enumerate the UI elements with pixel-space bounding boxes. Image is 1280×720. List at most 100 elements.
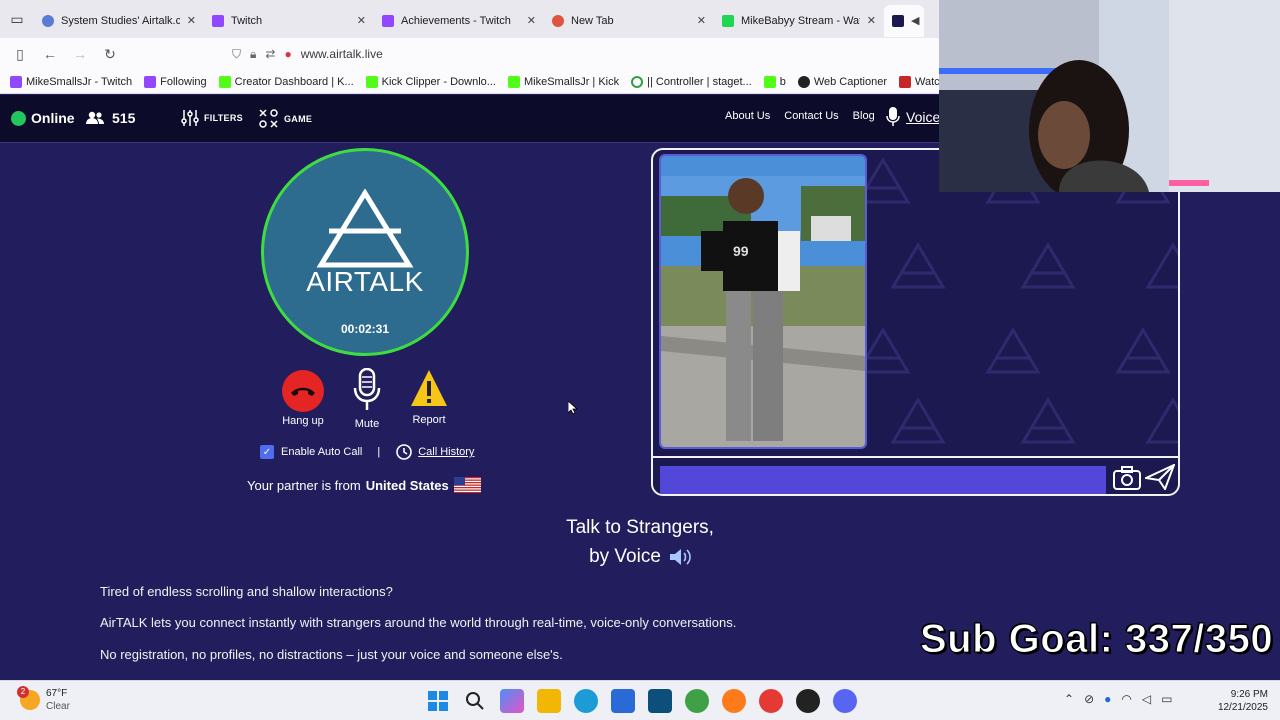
partner-photo: 99 (659, 154, 867, 449)
search-icon[interactable] (463, 689, 487, 713)
hangup-icon (282, 370, 324, 412)
filters-button[interactable]: FILTERS (181, 109, 243, 127)
back-icon[interactable]: ← (35, 46, 65, 62)
bookmark-item[interactable]: Web Captioner (797, 75, 887, 88)
warning-icon (411, 370, 447, 406)
browser-tab[interactable]: Achievements - Twitch ✕ (374, 5, 544, 37)
taskbar-apps (426, 689, 857, 713)
address-bar[interactable]: ⛉ 🔒︎ ⇄ ● www.airtalk.live (222, 42, 940, 66)
sidebar-icon[interactable]: ▯ (5, 46, 35, 63)
logo-text: AIRTALK (306, 266, 424, 297)
tab-list-icon[interactable]: ▭ (0, 0, 34, 38)
nav-contact-us[interactable]: Contact Us (784, 110, 838, 122)
auto-call-row: ✓ Enable Auto Call | Call History (260, 443, 474, 461)
system-clock[interactable]: 9:26 PM 12/21/2025 (1210, 688, 1268, 714)
firefox-icon[interactable] (722, 689, 746, 713)
leaf-app-icon[interactable] (685, 689, 709, 713)
site-nav: About Us Contact Us Blog (725, 110, 875, 122)
call-history-link[interactable]: Call History (395, 443, 474, 461)
battery-icon[interactable]: ▭ (1161, 692, 1172, 706)
svg-text:99: 99 (733, 243, 749, 259)
microphone-icon[interactable]: ● (1104, 692, 1111, 706)
clock-date: 12/21/2025 (1217, 702, 1268, 713)
bookmark-item[interactable]: Creator Dashboard | K... (218, 75, 354, 88)
game-button[interactable]: GAME (259, 109, 312, 129)
twitch-icon (10, 75, 22, 88)
airtalk-triangle-icon (316, 189, 414, 268)
chat-message-input[interactable] (660, 466, 1106, 494)
partner-country: United States (365, 477, 449, 493)
browser-tab-active[interactable]: ◀ (884, 4, 924, 37)
voice-link[interactable]: Voice (886, 107, 940, 127)
permissions-icon[interactable]: ⇄ (265, 47, 275, 61)
twitch-icon (382, 14, 394, 27)
airtalk-logo-timer: AIRTALK 00:02:31 (261, 148, 469, 356)
browser-tab[interactable]: System Studies' Airtalk.com ✕ (34, 5, 204, 37)
webcam-overlay (939, 0, 1280, 192)
windows-start-icon[interactable] (426, 689, 450, 713)
twitch-icon (144, 75, 157, 88)
chrome-icon[interactable] (759, 689, 783, 713)
firefox-icon (552, 14, 564, 27)
kick-icon (763, 75, 776, 88)
close-icon[interactable]: ✕ (697, 14, 706, 27)
nav-blog[interactable]: Blog (853, 110, 875, 122)
hangup-button[interactable]: Hang up (268, 368, 338, 427)
mute-button[interactable]: Mute (332, 367, 402, 430)
bookmark-item[interactable]: Kick Clipper - Downlo... (365, 75, 496, 88)
forward-icon[interactable]: → (65, 46, 95, 62)
discord-icon[interactable] (833, 689, 857, 713)
bookmark-item[interactable]: MikeSmallsJr | Kick (507, 75, 619, 88)
report-button[interactable]: Report (394, 368, 464, 426)
terminal-icon[interactable] (648, 689, 672, 713)
close-icon[interactable]: ✕ (867, 14, 876, 27)
weather-widget[interactable]: 2 67°F Clear (17, 686, 70, 713)
online-status: Online (11, 110, 75, 126)
volume-icon[interactable]: ◁ (1142, 692, 1151, 706)
edge-icon[interactable] (574, 689, 598, 713)
close-icon[interactable]: ✕ (357, 14, 366, 27)
auto-call-checkbox[interactable]: ✓ (260, 445, 274, 459)
bookmark-item[interactable]: Following (144, 75, 207, 88)
headline-line-1: Talk to Strangers, (566, 517, 714, 538)
kick-icon (365, 75, 378, 88)
browser-tab[interactable]: MikeBabyy Stream - Watch ✕ (714, 5, 884, 37)
notification-badge: 2 (17, 686, 29, 698)
kick-icon (507, 75, 520, 88)
tic-tac-toe-icon (259, 109, 278, 128)
browser-tab[interactable]: New Tab ✕ (544, 5, 714, 37)
bookmark-item[interactable]: MikeSmallsJr - Twitch (10, 75, 132, 88)
camera-icon[interactable] (1113, 466, 1141, 490)
obs-icon[interactable] (796, 689, 820, 713)
auto-call-label[interactable]: Enable Auto Call (281, 446, 362, 458)
microphone-icon[interactable]: ● (284, 47, 291, 61)
wifi-icon[interactable]: ◠ (1121, 692, 1131, 706)
globe-icon (42, 14, 54, 27)
shield-icon[interactable]: ⛉ (232, 47, 241, 62)
browser-tab[interactable]: Twitch ✕ (204, 5, 374, 37)
partner-location: Your partner is from United States (247, 477, 481, 493)
store-icon[interactable] (611, 689, 635, 713)
lock-icon[interactable]: 🔒︎ (250, 47, 256, 62)
chevron-up-icon[interactable]: ⌃ (1064, 692, 1074, 706)
weather-temp: 67°F (46, 688, 68, 699)
intro-paragraph: AirTALK lets you connect instantly with … (100, 615, 737, 630)
no-sync-icon[interactable]: ⊘ (1084, 692, 1094, 706)
tab-title: Twitch (231, 14, 263, 27)
close-icon[interactable]: ✕ (187, 14, 196, 27)
speaker-icon[interactable]: ◀ (911, 14, 919, 27)
separator: | (377, 446, 381, 458)
url-text[interactable]: www.airtalk.live (301, 47, 383, 61)
nav-about-us[interactable]: About Us (725, 110, 770, 122)
send-icon[interactable] (1145, 464, 1175, 490)
bookmark-item[interactable]: b (763, 75, 786, 88)
file-explorer-icon[interactable] (537, 689, 561, 713)
kick-icon (218, 75, 231, 88)
reload-icon[interactable]: ↻ (95, 46, 125, 63)
headline: Talk to Strangers, by Voice (540, 513, 740, 571)
movie-icon (899, 75, 911, 88)
copilot-icon[interactable] (500, 689, 524, 713)
bookmark-item[interactable]: || Controller | staget... (631, 75, 752, 88)
close-icon[interactable]: ✕ (527, 14, 536, 27)
headline-line-2: by Voice (540, 542, 740, 571)
